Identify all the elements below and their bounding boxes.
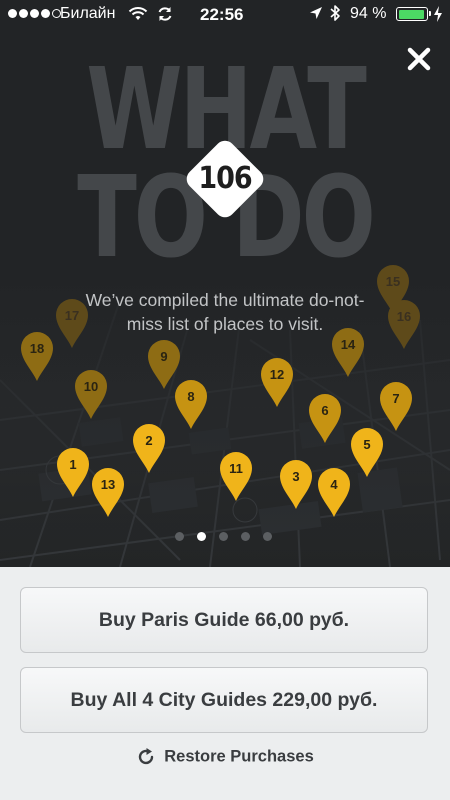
map-pin-label: 10 xyxy=(83,379,99,394)
buy-city-guide-button[interactable]: Buy Paris Guide 66,00 руб. xyxy=(20,587,428,653)
map-pin-icon xyxy=(351,428,383,477)
page-dot-1[interactable] xyxy=(175,532,184,541)
close-button[interactable] xyxy=(404,44,434,74)
map-pin-11[interactable]: 11 xyxy=(218,450,254,502)
bluetooth-icon xyxy=(330,5,340,21)
map-pin-label: 6 xyxy=(321,403,329,418)
map-pin-icon xyxy=(220,452,252,501)
map-pin-label: 7 xyxy=(392,391,400,406)
map-pin-9[interactable]: 9 xyxy=(146,338,182,390)
map-pin-icon xyxy=(261,358,293,407)
page-dot-4[interactable] xyxy=(241,532,250,541)
map-pin-icon xyxy=(388,300,420,349)
map-pin-icon xyxy=(148,340,180,389)
map-pin-icon xyxy=(21,332,53,381)
map-pin-label: 8 xyxy=(187,389,195,404)
page-indicator[interactable] xyxy=(175,532,272,541)
map-pin-2[interactable]: 2 xyxy=(131,422,167,474)
map-pin-10[interactable]: 10 xyxy=(73,368,109,420)
map-pin-icon xyxy=(332,328,364,377)
map-pin-12[interactable]: 12 xyxy=(259,356,295,408)
map-pin-label: 12 xyxy=(269,367,285,382)
map-pin-13[interactable]: 13 xyxy=(90,466,126,518)
restore-purchases-button[interactable]: Restore Purchases xyxy=(0,747,450,767)
map-pin-icon xyxy=(57,448,89,497)
promo-area[interactable]: Билайн 22:56 94 % WHAT TO DO 106 We’ve c… xyxy=(0,0,450,567)
battery-icon xyxy=(396,7,431,21)
map-pin-17[interactable]: 17 xyxy=(54,297,90,349)
map-pin-4[interactable]: 4 xyxy=(316,466,352,518)
clock: 22:56 xyxy=(200,5,244,24)
map-pin-label: 18 xyxy=(29,341,45,356)
map-pin-label: 14 xyxy=(340,337,356,352)
map-pin-icon xyxy=(92,468,124,517)
count-badge: 106 xyxy=(182,136,268,222)
close-icon xyxy=(407,47,431,71)
map-pin-label: 3 xyxy=(292,469,300,484)
map-pin-label: 11 xyxy=(229,461,243,476)
map-pin-icon xyxy=(75,370,107,419)
map-pin-icon xyxy=(280,460,312,509)
page-dot-5[interactable] xyxy=(263,532,272,541)
page-dot-3[interactable] xyxy=(219,532,228,541)
map-pin-label: 17 xyxy=(64,308,80,323)
map-pin-label: 4 xyxy=(330,477,338,492)
sync-icon xyxy=(158,7,172,21)
map-pin-6[interactable]: 6 xyxy=(307,392,343,444)
map-pin-label: 9 xyxy=(160,349,168,364)
map-pin-5[interactable]: 5 xyxy=(349,426,385,478)
restore-icon xyxy=(139,748,154,765)
location-arrow-icon xyxy=(310,7,322,19)
map-pin-3[interactable]: 3 xyxy=(278,458,314,510)
map-pin-icon xyxy=(309,394,341,443)
status-bar: Билайн 22:56 94 % xyxy=(0,0,450,30)
charging-bolt-icon xyxy=(434,6,442,22)
map-pin-1[interactable]: 1 xyxy=(55,446,91,498)
map-pin-icon xyxy=(133,424,165,473)
map-pin-icon xyxy=(318,468,350,517)
map-pin-label: 5 xyxy=(363,437,371,452)
wifi-icon xyxy=(128,7,148,20)
map-pin-16[interactable]: 16 xyxy=(386,298,422,350)
buy-all-guides-button[interactable]: Buy All 4 City Guides 229,00 руб. xyxy=(20,667,428,733)
purchase-panel: Buy Paris Guide 66,00 руб. Buy All 4 Cit… xyxy=(0,567,450,800)
battery-percent: 94 % xyxy=(350,5,387,22)
signal-dots-icon xyxy=(8,9,61,18)
carrier-name: Билайн xyxy=(60,5,116,22)
page-dot-2[interactable] xyxy=(197,532,206,541)
map-pin-7[interactable]: 7 xyxy=(378,380,414,432)
map-pin-icon xyxy=(380,382,412,431)
map-pin-18[interactable]: 18 xyxy=(19,330,55,382)
map-pin-label: 13 xyxy=(100,477,116,492)
map-pin-icon xyxy=(56,299,88,348)
map-pin-14[interactable]: 14 xyxy=(330,326,366,378)
map-pin-label: 1 xyxy=(69,457,77,472)
badge-number: 106 xyxy=(198,161,252,196)
restore-purchases-label: Restore Purchases xyxy=(164,747,314,766)
map-pin-label: 16 xyxy=(396,309,412,324)
map-pin-label: 2 xyxy=(145,433,153,448)
map-pin-label: 15 xyxy=(385,274,401,289)
battery-level-fill xyxy=(398,9,424,19)
